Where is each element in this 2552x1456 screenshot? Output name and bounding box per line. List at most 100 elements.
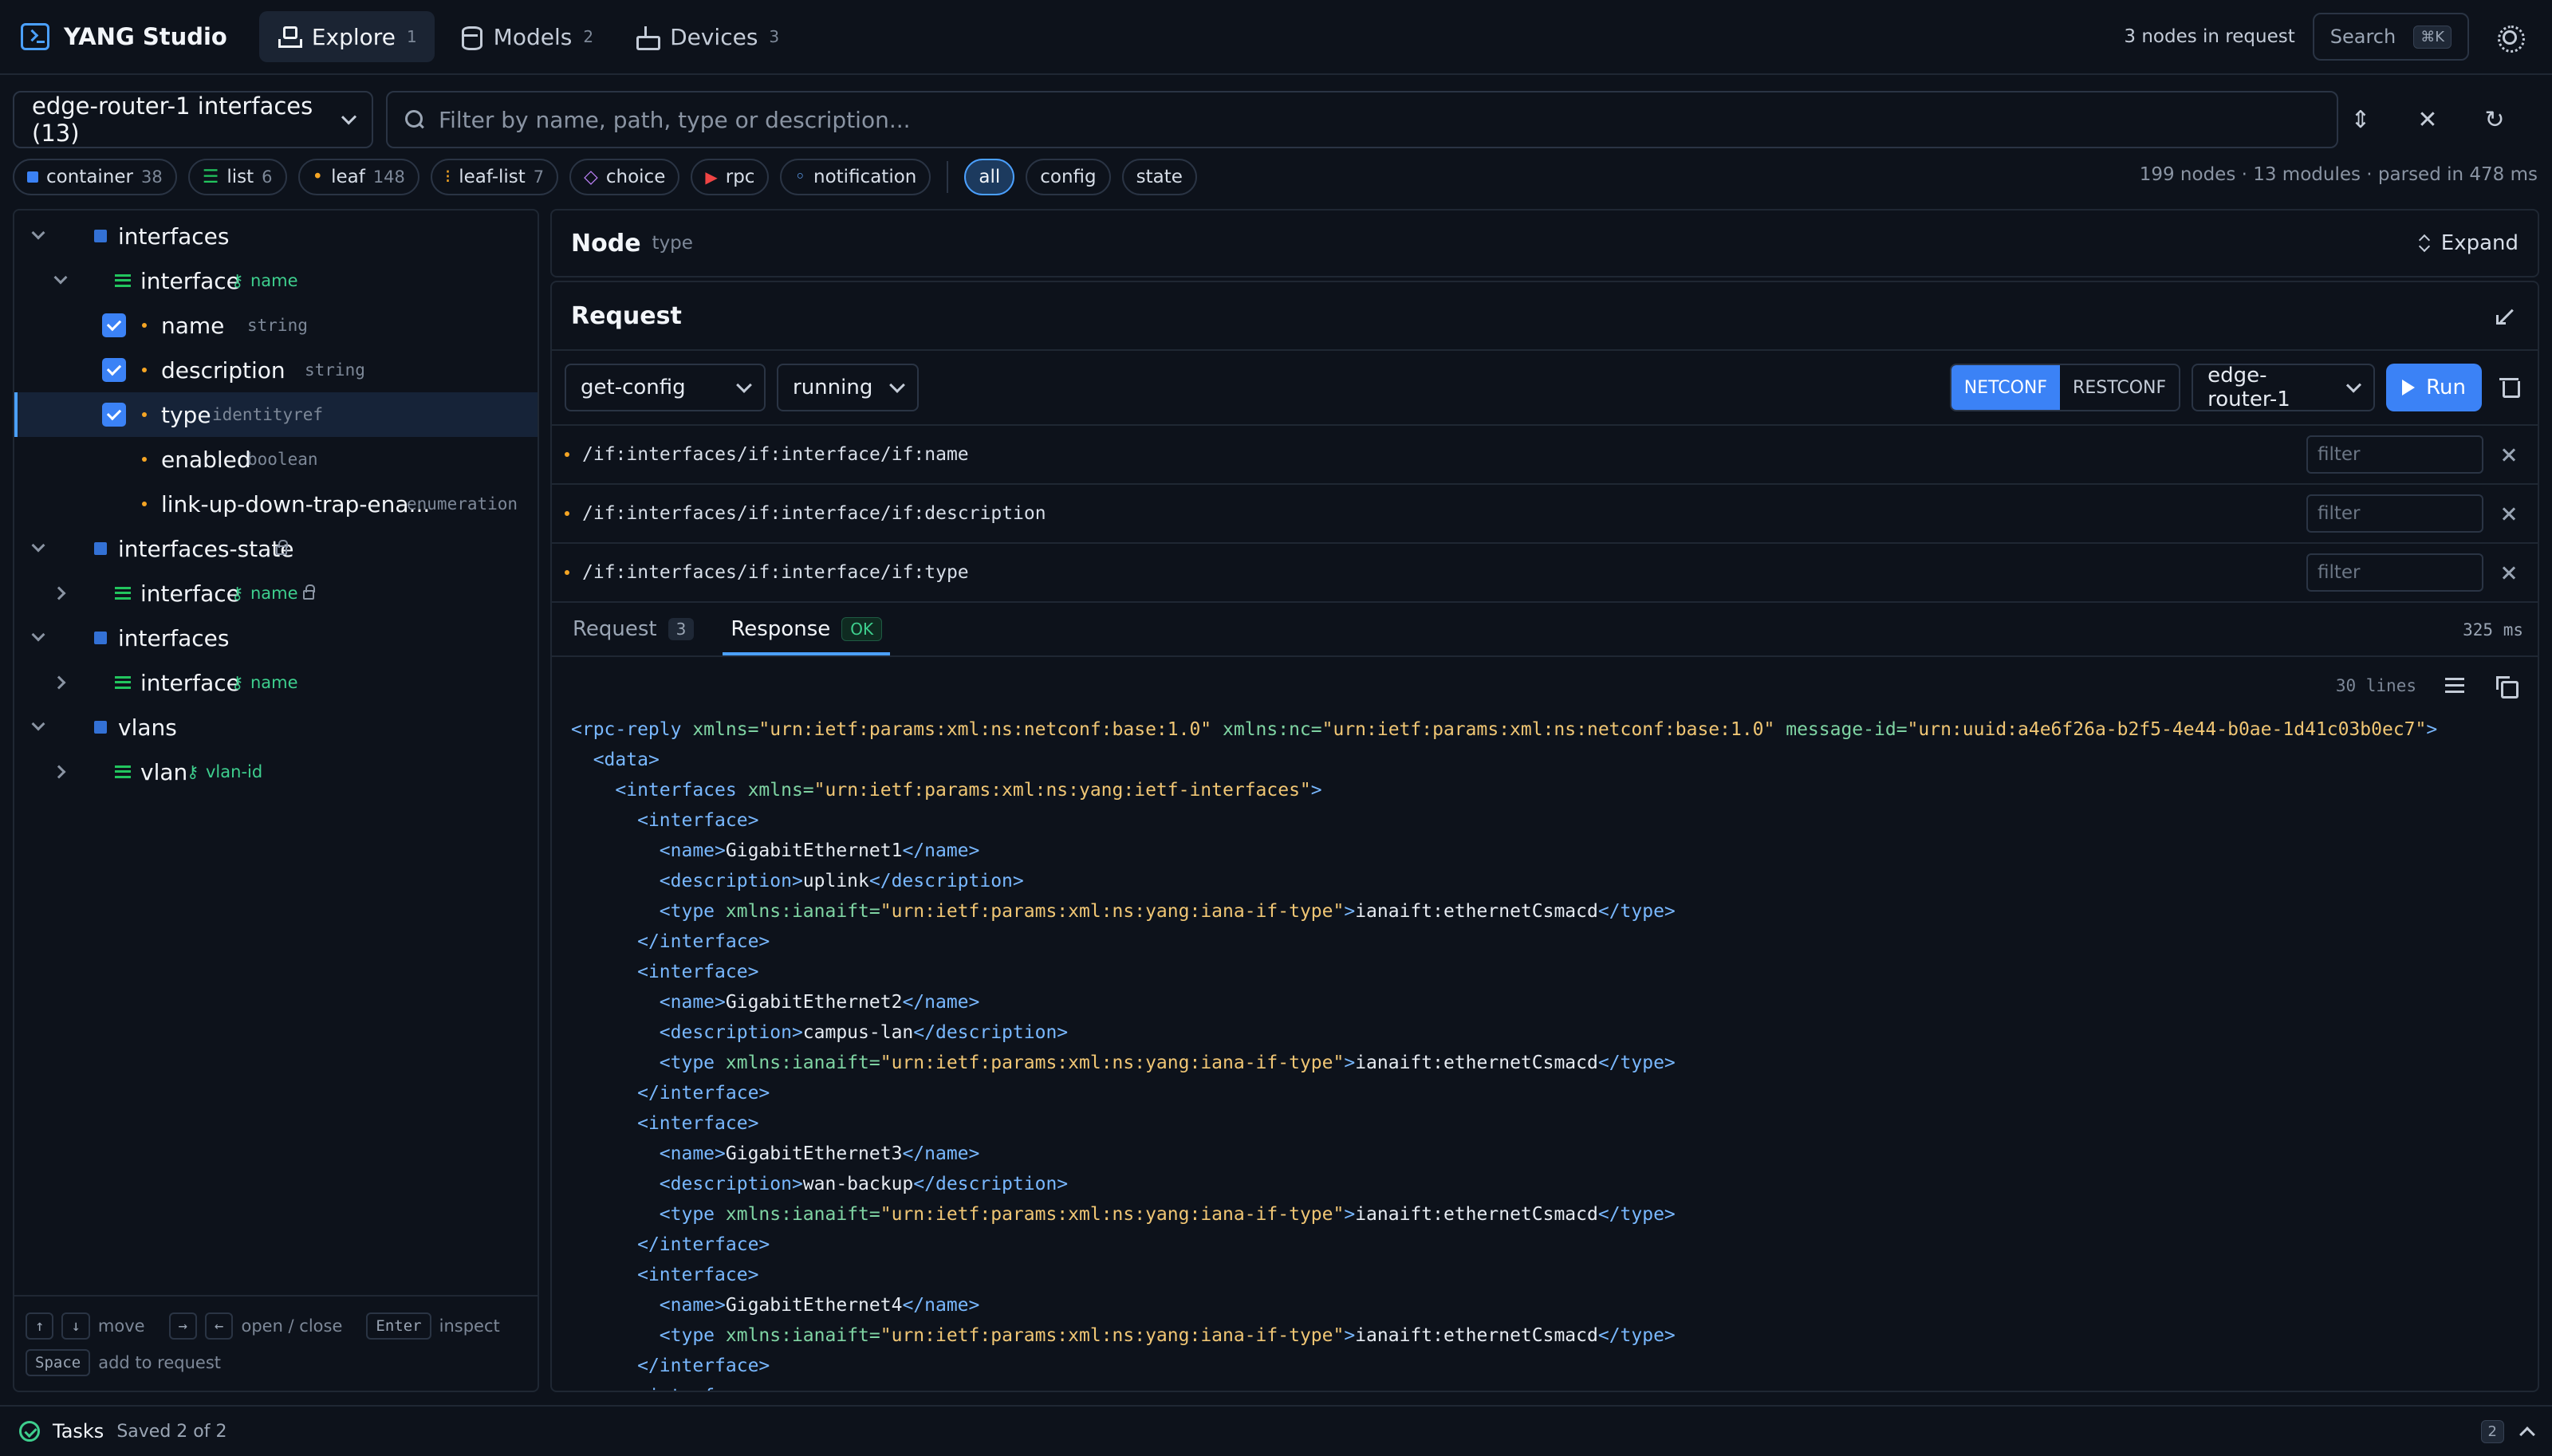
code-token: </type> — [1597, 1325, 1676, 1346]
device-select[interactable]: edge-router-1 — [2192, 364, 2376, 411]
theme-toggle-sun-icon[interactable] — [2487, 14, 2531, 59]
leaf-dot-icon — [142, 368, 147, 372]
chip-state[interactable]: state — [1121, 159, 1197, 195]
tree-row[interactable]: interface ⚷ name — [14, 660, 538, 705]
tab-models[interactable]: Models 2 — [441, 11, 611, 62]
chip-config[interactable]: config — [1026, 159, 1111, 195]
tree-row[interactable]: enabled boolean — [14, 437, 538, 482]
chip-rpc[interactable]: ▶ rpc — [691, 159, 770, 195]
chip-leaf[interactable]: • leaf 148 — [297, 159, 419, 195]
path-filter-input[interactable] — [2306, 435, 2483, 474]
tree-row[interactable]: name string — [14, 303, 538, 348]
tree-label: name — [161, 313, 225, 339]
tree-row[interactable]: vlan ⚷ vlan-id — [14, 750, 538, 794]
tab-request[interactable]: Request 3 — [565, 617, 702, 655]
context-selector[interactable]: edge-router-1 interfaces (13) — [13, 91, 373, 148]
code-line: <type xmlns:ianaift="urn:ietf:params:xml… — [571, 1048, 2519, 1078]
expand-button[interactable]: Expand — [2419, 231, 2519, 255]
code-line: </interface> — [571, 1230, 2519, 1260]
tree-tools: ⇕ ✕ ↻ — [2345, 91, 2511, 148]
chip-all[interactable]: all — [964, 159, 1015, 195]
collapse-all-icon[interactable]: ✕ — [2412, 104, 2444, 136]
search-button[interactable]: Search ⌘K — [2312, 13, 2469, 61]
chip-choice[interactable]: ◇ choice — [569, 159, 680, 195]
copy-icon[interactable] — [2495, 675, 2519, 698]
tree-row[interactable]: vlans — [14, 705, 538, 750]
code-token: xmlns:ianaift= — [725, 1053, 880, 1073]
code-line: <interface> — [571, 1381, 2519, 1391]
run-button[interactable]: Run — [2386, 364, 2482, 411]
tree-type: enumeration — [407, 494, 518, 514]
filter-input[interactable] — [439, 106, 2319, 133]
tree-row-selected[interactable]: type identityref — [14, 392, 538, 437]
node-panel-title: Node — [571, 229, 641, 258]
code-token: "urn:uuid:a4e6f26a-b2f5-4e44-b0ae-1d41c0… — [1907, 719, 2427, 740]
code-token: "urn:ietf:params:xml:ns:yang:iana-if-typ… — [880, 901, 1345, 922]
tree-row[interactable]: interface ⚷ name — [14, 258, 538, 303]
code-token: xmlns:ianaift= — [725, 1325, 880, 1346]
tab-devices[interactable]: Devices 3 — [617, 11, 797, 62]
remove-path-icon[interactable] — [2493, 498, 2525, 529]
code-token: > — [1344, 1325, 1356, 1346]
leaf-list-icon: ⁝ — [444, 167, 451, 187]
arrow-up-key: ↑ — [26, 1312, 54, 1340]
checkbox-checked[interactable] — [102, 313, 126, 337]
path-filter-input[interactable] — [2306, 494, 2483, 533]
chip-count: 7 — [533, 167, 545, 187]
tab-response[interactable]: Response OK — [723, 617, 891, 655]
app-name: YANG Studio — [64, 23, 227, 50]
tree-row[interactable]: interfaces — [14, 214, 538, 258]
code-token: "urn:ietf:params:xml:ns:yang:iana-if-typ… — [880, 1204, 1345, 1225]
tree-row[interactable]: interfaces-state — [14, 526, 538, 571]
remove-path-icon[interactable] — [2493, 557, 2525, 588]
chip-list[interactable]: ☰ list 6 — [187, 159, 287, 195]
checkbox-checked[interactable] — [102, 403, 126, 427]
chip-notification[interactable]: ◦ notification — [780, 159, 931, 195]
brand[interactable]: YANG Studio — [21, 23, 227, 50]
leaf-dot-icon — [565, 452, 569, 457]
code-line: <interface> — [571, 805, 2519, 836]
code-token: </description> — [913, 1022, 1069, 1043]
tree-label: vlan — [140, 759, 188, 785]
tab-explore[interactable]: Explore 1 — [258, 11, 435, 62]
checkbox-checked[interactable] — [102, 358, 126, 382]
chip-label: container — [46, 167, 133, 187]
tree-row[interactable]: description string — [14, 348, 538, 392]
code-token: <rpc-reply — [571, 719, 693, 740]
tasks-label[interactable]: Tasks — [53, 1420, 104, 1442]
code-token: </type> — [1597, 1053, 1676, 1073]
protocol-netconf[interactable]: NETCONF — [1951, 365, 2061, 410]
trash-icon[interactable] — [2493, 372, 2525, 403]
tree-label: description — [161, 357, 286, 384]
status-bar: Tasks Saved 2 of 2 2 — [0, 1405, 2552, 1456]
request-panel: Request get-config running NETCONF RESTC… — [550, 281, 2539, 1392]
code-token: </name> — [902, 1295, 980, 1316]
tree-row[interactable]: link-up-down-trap-ena... enumeration — [14, 482, 538, 526]
chevron-up-icon[interactable] — [2519, 1426, 2535, 1442]
leaf-dot-icon — [142, 502, 147, 506]
code-token: > — [1344, 901, 1356, 922]
chevron-down-icon — [736, 377, 752, 393]
expand-all-icon[interactable]: ⇕ — [2345, 104, 2377, 136]
tab-devices-label: Devices — [670, 23, 758, 50]
chip-leaf-list[interactable]: ⁝ leaf-list 7 — [430, 159, 559, 195]
code-token: GigabitEthernet2 — [725, 992, 903, 1013]
tree-label: interface — [140, 580, 240, 607]
remove-path-icon[interactable] — [2493, 439, 2525, 470]
path-filter-input[interactable] — [2306, 553, 2483, 592]
operation-select[interactable]: get-config — [565, 364, 766, 411]
datastore-select[interactable]: running — [777, 364, 919, 411]
list-icon — [115, 587, 131, 600]
tree-row[interactable]: interface ⚷ name — [14, 571, 538, 616]
chip-container[interactable]: container 38 — [13, 159, 177, 195]
caret-open-icon — [53, 270, 68, 285]
wrap-lines-icon[interactable] — [2444, 676, 2467, 695]
collapse-icon[interactable] — [2495, 304, 2519, 328]
protocol-restconf[interactable]: RESTCONF — [2060, 365, 2179, 410]
request-controls: get-config running NETCONF RESTCONF edge… — [552, 351, 2538, 426]
arrow-right-key: → — [168, 1312, 198, 1340]
leaf-dot-icon — [565, 570, 569, 575]
tree-row[interactable]: interfaces — [14, 616, 538, 660]
refresh-icon[interactable]: ↻ — [2479, 104, 2511, 136]
